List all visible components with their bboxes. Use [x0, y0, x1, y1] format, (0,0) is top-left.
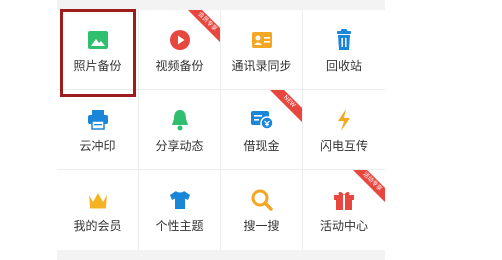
grid-item-photo-backup[interactable]: 照片备份 — [57, 10, 139, 90]
grid-item-label: 回收站 — [325, 59, 362, 73]
grid-item-contacts-sync[interactable]: 通讯录同步 — [221, 10, 303, 90]
printer-icon — [86, 108, 110, 132]
grid-item-recycle-bin[interactable]: 回收站 — [303, 10, 385, 90]
grid-item-borrow-cash[interactable]: 借现金 NEW — [221, 90, 303, 170]
bottom-divider — [57, 250, 385, 260]
grid-item-share-activity[interactable]: 分享动态 — [139, 90, 221, 170]
tshirt-icon — [168, 188, 192, 212]
feature-grid-panel: 照片备份 视频备份 会员专享 通讯录同步 回收站 云冲印 分享动态 借现金 NE… — [57, 10, 385, 250]
top-divider — [57, 0, 385, 10]
crown-icon — [86, 188, 110, 212]
grid-item-video-backup[interactable]: 视频备份 会员专享 — [139, 10, 221, 90]
grid-item-cloud-print[interactable]: 云冲印 — [57, 90, 139, 170]
cash-card-icon — [250, 108, 274, 132]
search-icon — [250, 188, 274, 212]
contacts-card-icon — [250, 28, 274, 52]
grid-item-activity-center[interactable]: 活动中心 活动专享 — [303, 170, 385, 250]
grid-item-lightning-transfer[interactable]: 闪电互传 — [303, 90, 385, 170]
grid-item-label: 借现金 — [243, 139, 280, 153]
grid-item-label: 个性主题 — [155, 219, 204, 233]
gift-icon — [332, 188, 356, 212]
grid-item-label: 通讯录同步 — [231, 59, 292, 73]
grid-item-label: 搜一搜 — [243, 219, 280, 233]
bell-icon — [168, 108, 192, 132]
grid-item-personal-theme[interactable]: 个性主题 — [139, 170, 221, 250]
play-icon — [168, 28, 192, 52]
grid-item-label: 活动中心 — [319, 219, 368, 233]
lightning-icon — [332, 108, 356, 132]
grid-item-search[interactable]: 搜一搜 — [221, 170, 303, 250]
grid-item-label: 闪电互传 — [319, 139, 368, 153]
grid-item-my-membership[interactable]: 我的会员 — [57, 170, 139, 250]
trash-icon — [332, 28, 356, 52]
feature-grid: 照片备份 视频备份 会员专享 通讯录同步 回收站 云冲印 分享动态 借现金 NE… — [57, 10, 385, 250]
grid-item-label: 我的会员 — [73, 219, 122, 233]
grid-item-label: 分享动态 — [155, 139, 204, 153]
grid-item-label: 云冲印 — [79, 139, 116, 153]
grid-item-label: 照片备份 — [73, 59, 122, 73]
photo-icon — [86, 28, 110, 52]
grid-item-label: 视频备份 — [155, 59, 204, 73]
